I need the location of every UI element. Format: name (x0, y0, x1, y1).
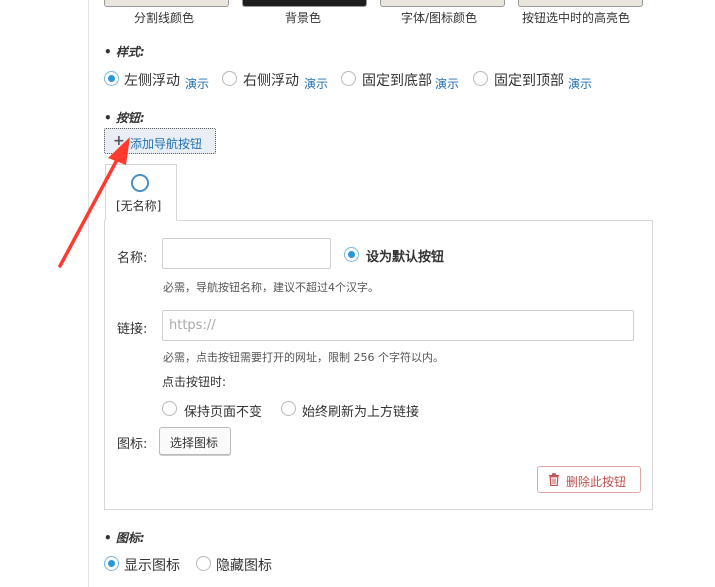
hide-icon-option[interactable]: 隐藏图标 (216, 555, 272, 575)
link-input[interactable]: https:// (162, 310, 634, 341)
name-field-label: 名称: (117, 251, 148, 266)
buttons-section-label: • 按钮: (104, 111, 145, 125)
hide-icon-radio[interactable] (196, 556, 211, 571)
delete-button[interactable]: 删除此按钮 (537, 466, 641, 493)
background-color-swatch[interactable] (242, 0, 367, 7)
link-field-label: 链接: (117, 322, 148, 337)
refresh-link-radio[interactable] (281, 401, 296, 416)
icon-section-label: • 图标: (104, 531, 145, 545)
link-hint: 必需，点击按钮需要打开的网址，限制 256 个字符以内。 (163, 351, 444, 364)
show-icon-radio[interactable] (104, 556, 119, 571)
trash-icon (549, 473, 559, 486)
default-button-radio[interactable] (344, 247, 359, 262)
style-radio-right-float[interactable] (222, 71, 237, 86)
add-nav-button-label: 添加导航按钮 (130, 137, 203, 151)
add-nav-button[interactable]: + 添加导航按钮 (104, 128, 216, 154)
font-icon-color-swatch[interactable] (380, 0, 505, 7)
style-option-left-float[interactable]: 左侧浮动 (124, 70, 180, 90)
icon-field-label: 图标: (117, 437, 148, 452)
nav-button-tab-label: [无名称] (116, 199, 162, 213)
choose-icon-button-label: 选择图标 (170, 436, 219, 450)
demo-link-left-float[interactable]: 演示 (185, 75, 209, 92)
click-behavior-label: 点击按钮时: (162, 375, 227, 389)
keep-page-radio[interactable] (162, 401, 177, 416)
circle-icon (131, 174, 149, 192)
nav-button-tab[interactable]: [无名称] (105, 164, 177, 221)
keep-page-option[interactable]: 保持页面不变 (184, 401, 262, 420)
style-option-fixed-top[interactable]: 固定到顶部 (494, 70, 564, 90)
choose-icon-button[interactable]: 选择图标 (159, 427, 231, 455)
divider-color-swatch[interactable] (104, 0, 229, 7)
style-radio-fixed-bottom[interactable] (341, 71, 356, 86)
delete-button-label: 删除此按钮 (566, 475, 627, 489)
demo-link-right-float[interactable]: 演示 (304, 75, 328, 92)
style-option-fixed-bottom[interactable]: 固定到底部 (362, 70, 432, 90)
style-radio-fixed-top[interactable] (473, 71, 488, 86)
font-icon-color-label: 字体/图标颜色 (401, 11, 478, 25)
refresh-link-option[interactable]: 始终刷新为上方链接 (302, 401, 419, 420)
content-left-border (88, 0, 89, 587)
show-icon-option[interactable]: 显示图标 (124, 555, 180, 575)
demo-link-fixed-bottom[interactable]: 演示 (435, 75, 459, 92)
default-button-label[interactable]: 设为默认按钮 (366, 246, 444, 265)
background-color-label: 背景色 (285, 11, 322, 25)
plus-icon: + (113, 133, 125, 149)
divider-color-label: 分割线颜色 (134, 11, 195, 25)
highlight-color-swatch[interactable] (518, 0, 643, 7)
name-input[interactable] (162, 238, 331, 269)
name-hint: 必需，导航按钮名称，建议不超过4个汉字。 (163, 281, 379, 294)
demo-link-fixed-top[interactable]: 演示 (568, 75, 592, 92)
style-option-right-float[interactable]: 右侧浮动 (243, 70, 299, 90)
style-radio-left-float[interactable] (104, 71, 119, 86)
style-section-label: • 样式: (104, 45, 145, 59)
highlight-color-label: 按钮选中时的高亮色 (522, 11, 631, 25)
